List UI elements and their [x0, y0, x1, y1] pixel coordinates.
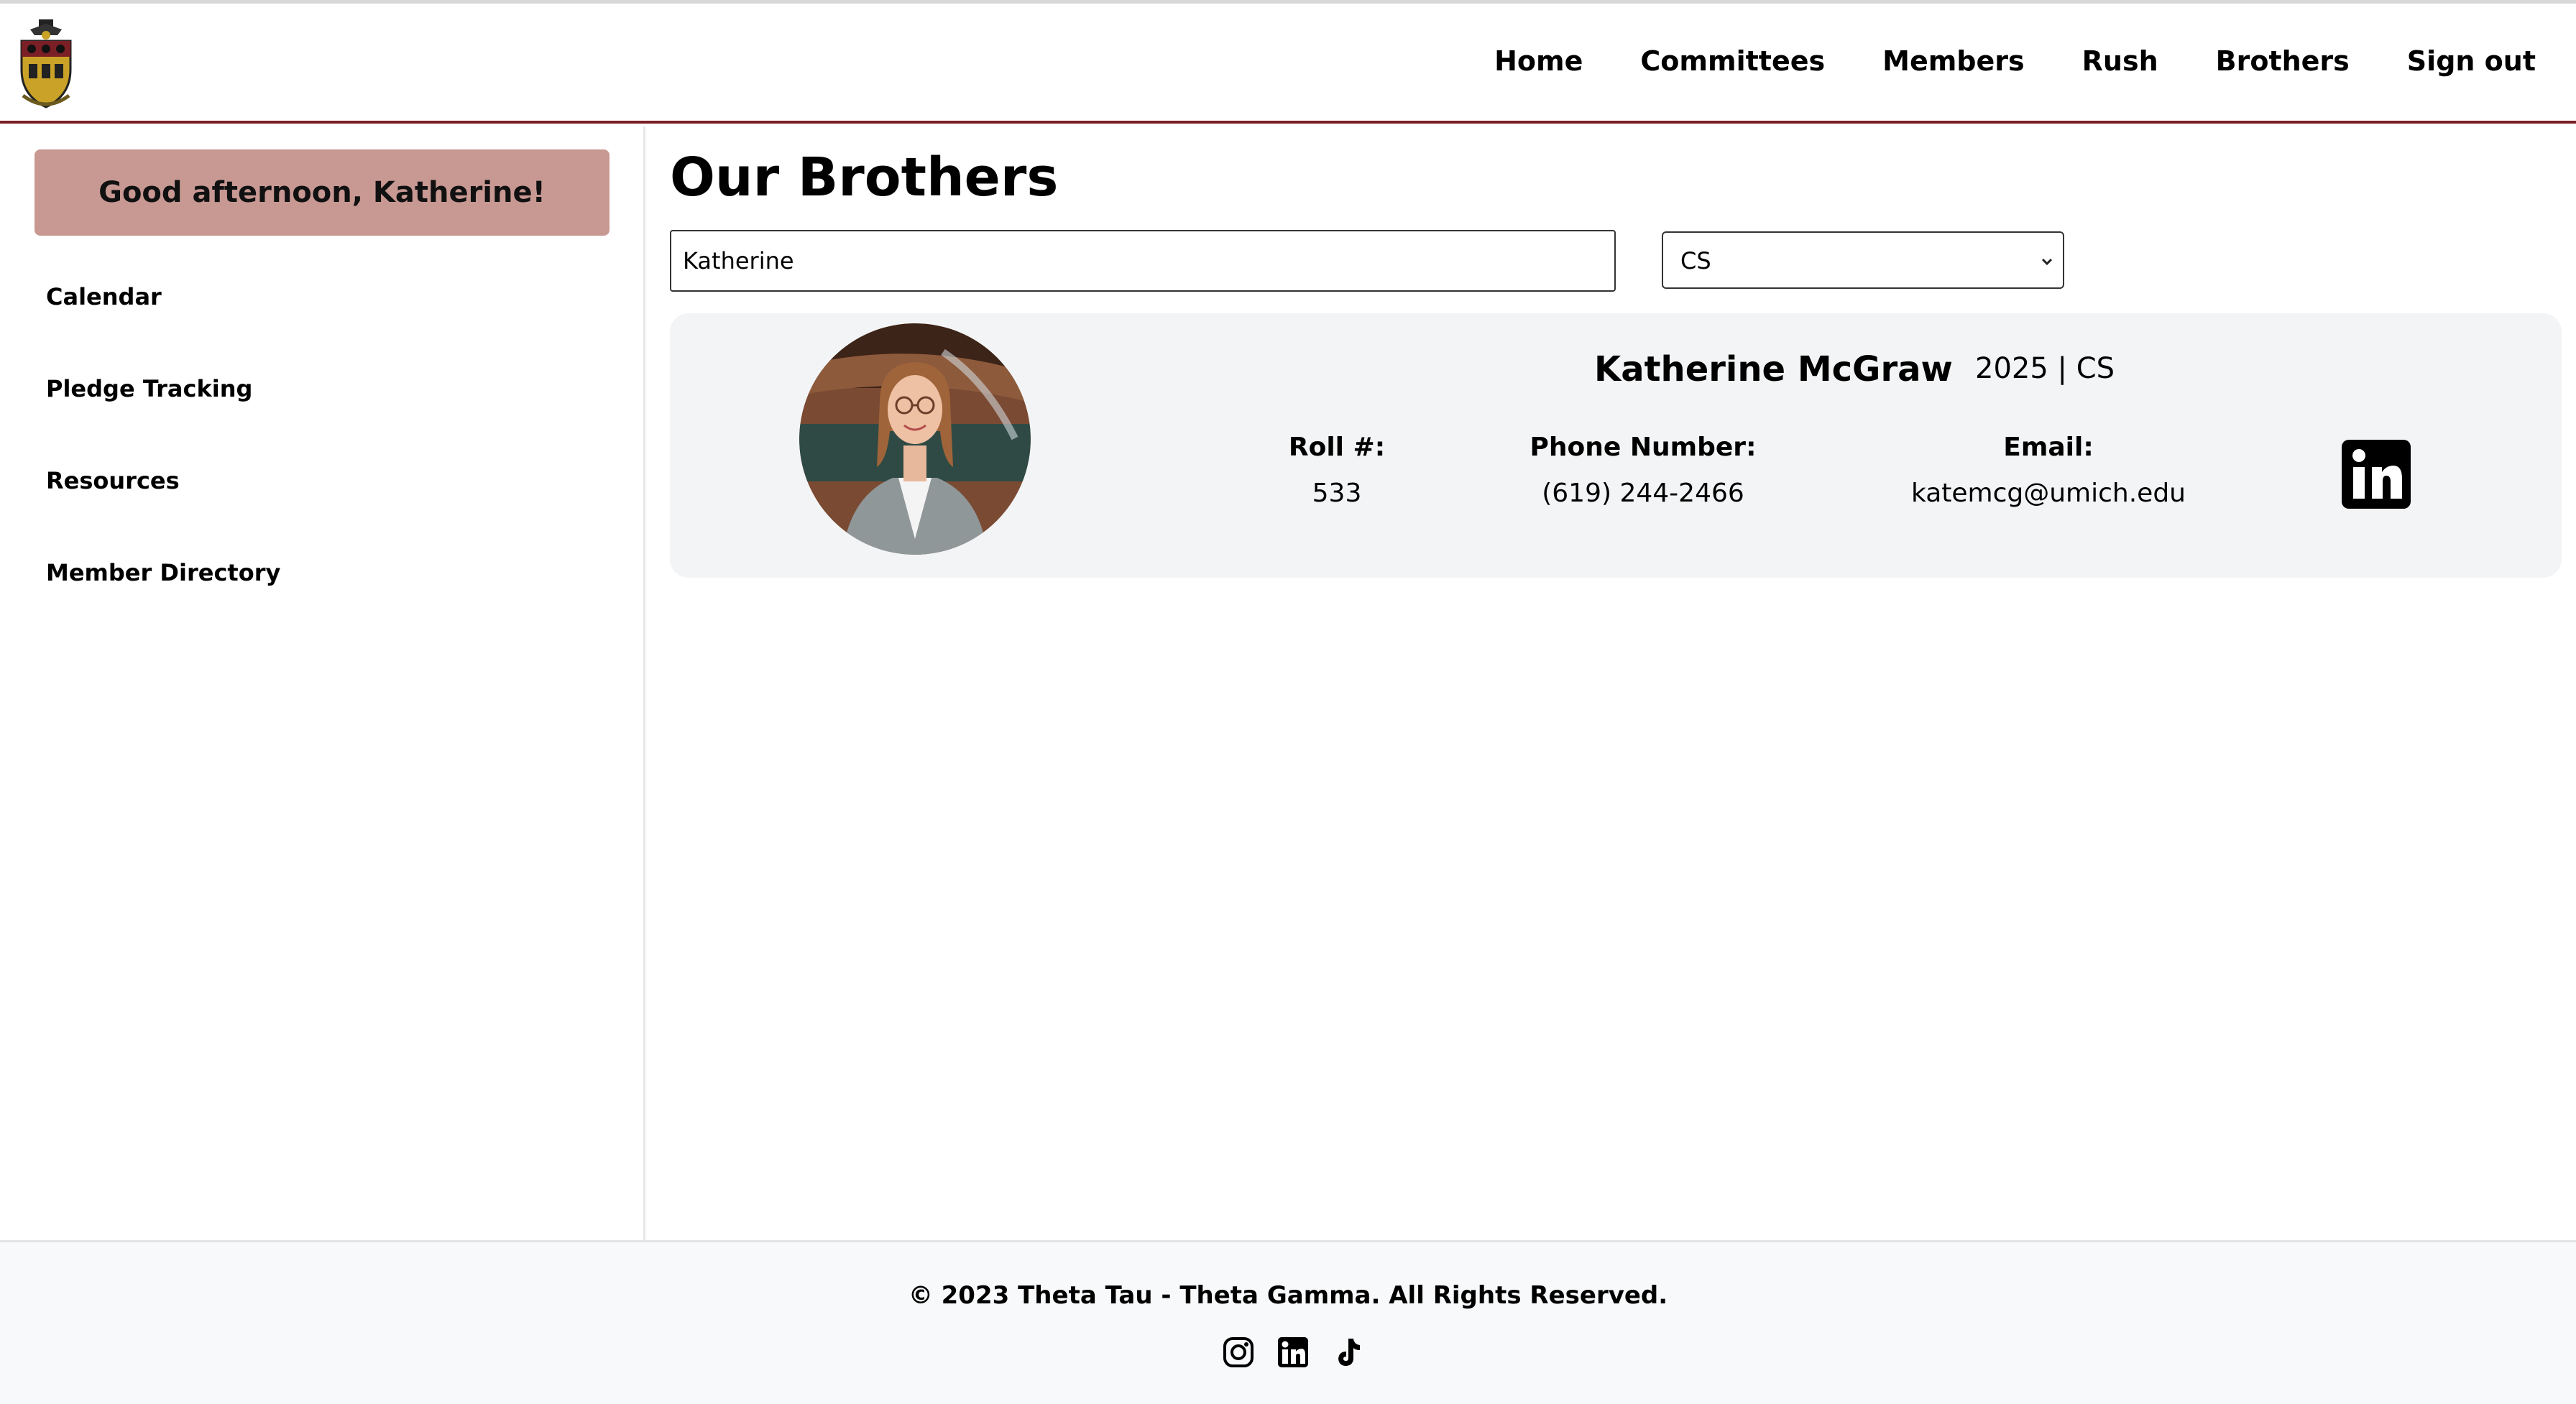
chevron-down-icon: [2041, 258, 2053, 266]
tiktok-icon[interactable]: [1331, 1336, 1364, 1369]
top-nav: Home Committees Members Rush Brothers Si…: [1494, 40, 2536, 83]
sidebar: Good afternoon, Katherine! Calendar Pled…: [0, 126, 645, 1240]
major-filter-select[interactable]: CS: [1662, 231, 2064, 289]
avatar: [799, 323, 1031, 555]
linkedin-icon[interactable]: [1276, 1336, 1310, 1369]
nav-rush[interactable]: Rush: [2082, 45, 2158, 77]
greeting-banner: Good afternoon, Katherine!: [34, 149, 610, 236]
nav-members[interactable]: Members: [1882, 45, 2025, 77]
instagram-icon[interactable]: [1222, 1336, 1255, 1369]
sidebar-item-pledge-tracking[interactable]: Pledge Tracking: [46, 375, 252, 402]
fraternity-crest-icon[interactable]: [17, 17, 75, 113]
major-filter-value: CS: [1680, 247, 1711, 274]
phone-value: (619) 244-2466: [1542, 479, 1744, 508]
page-title: Our Brothers: [670, 147, 1059, 208]
roll-value: 533: [1312, 479, 1362, 508]
email-value: katemcg@umich.edu: [1910, 479, 2186, 508]
footer: © 2023 Theta Tau - Theta Gamma. All Righ…: [0, 1240, 2576, 1404]
roll-label: Roll #:: [1288, 433, 1386, 462]
linkedin-icon[interactable]: [2342, 440, 2411, 509]
member-year-major: 2025 | CS: [1975, 352, 2115, 385]
sidebar-item-calendar[interactable]: Calendar: [46, 283, 162, 310]
main-content: Our Brothers CS: [647, 126, 2576, 1240]
member-name: Katherine McGraw: [1594, 349, 1953, 389]
nav-brothers[interactable]: Brothers: [2216, 45, 2350, 77]
page: Home Committees Members Rush Brothers Si…: [0, 0, 2576, 1404]
sidebar-item-member-directory[interactable]: Member Directory: [46, 559, 280, 586]
phone-label: Phone Number:: [1530, 433, 1757, 462]
copyright-text: © 2023 Theta Tau - Theta Gamma. All Righ…: [908, 1281, 1668, 1310]
member-card: Katherine McGraw 2025 | CS Roll #: 533 P…: [670, 313, 2562, 578]
email-label: Email:: [2003, 433, 2094, 462]
search-input[interactable]: [670, 230, 1616, 292]
header: Home Committees Members Rush Brothers Si…: [0, 4, 2576, 124]
nav-sign-out[interactable]: Sign out: [2407, 45, 2536, 77]
sidebar-item-resources[interactable]: Resources: [46, 467, 180, 494]
nav-home[interactable]: Home: [1494, 45, 1583, 77]
nav-committees[interactable]: Committees: [1640, 45, 1825, 77]
